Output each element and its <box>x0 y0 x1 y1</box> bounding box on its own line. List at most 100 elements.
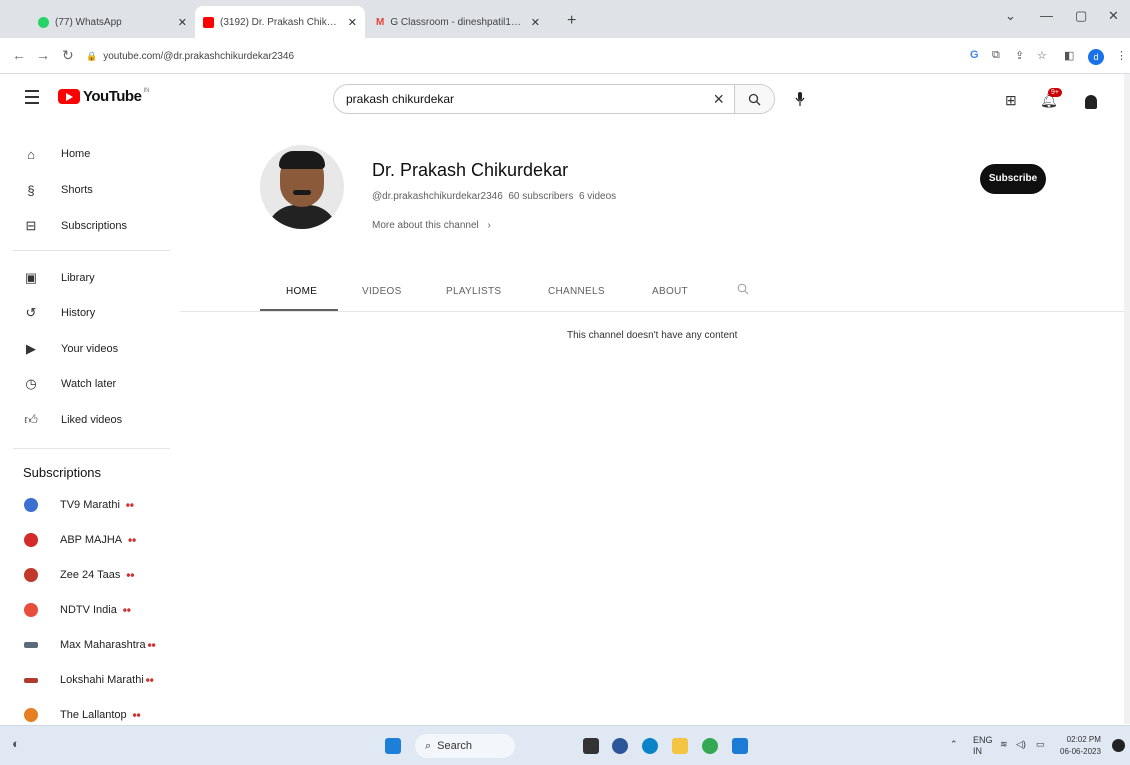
tab-about[interactable]: ABOUT <box>652 286 688 297</box>
share-icon[interactable]: ⇪ <box>1015 49 1024 62</box>
tab-playlists[interactable]: PLAYLISTS <box>446 286 501 297</box>
sidebar-item-history[interactable]: ↺ History <box>0 295 180 331</box>
file-explorer-icon[interactable] <box>672 738 688 754</box>
sidebar-item-shorts[interactable]: § Shorts <box>0 172 180 208</box>
sidebar-item-label: Library <box>61 272 95 284</box>
tab-videos[interactable]: VIDEOS <box>362 286 402 297</box>
channel-avatar-icon <box>24 642 38 648</box>
tray-chevron-icon[interactable]: ⌃ <box>950 739 958 750</box>
hamburger-menu-icon[interactable] <box>25 90 39 108</box>
subscription-item[interactable]: Lokshahi Marathi ⦁⦁ <box>0 666 180 694</box>
search-input[interactable]: prakash chikurdekar × <box>333 84 775 114</box>
subscription-label: ABP MAJHA <box>60 534 123 546</box>
subscription-label: Max Maharashtra <box>60 639 146 651</box>
browser-profile-avatar[interactable]: d <box>1088 49 1104 65</box>
forward-arrow-icon[interactable]: → <box>36 47 50 63</box>
close-tab-icon[interactable]: ✕ <box>531 16 540 29</box>
search-button[interactable] <box>734 85 774 113</box>
video-count: 6 videos <box>578 191 617 202</box>
volume-icon[interactable]: ◁) <box>1016 739 1026 750</box>
close-tab-icon[interactable]: ✕ <box>348 16 357 29</box>
create-video-icon[interactable]: ⊞ <box>1005 92 1017 109</box>
sidebar-item-home[interactable]: ⌂ Home <box>0 136 180 172</box>
system-clock[interactable]: 02:02 PM 06-06-2023 <box>1060 734 1101 758</box>
live-indicator-icon: ⦁⦁ <box>126 570 135 579</box>
live-indicator-icon: ⦁⦁ <box>122 605 131 614</box>
channel-search-icon[interactable] <box>737 283 749 295</box>
close-window-button[interactable]: ✕ <box>1108 8 1119 24</box>
taskbar-search[interactable]: ⌕ Search <box>415 734 515 758</box>
browser-tab-strip: (77) WhatsApp ✕ (3192) Dr. Prakash Chiku… <box>0 0 1130 38</box>
tab-home[interactable]: HOME <box>286 286 317 297</box>
clear-search-icon[interactable]: × <box>713 89 724 110</box>
language-bottom: IN <box>973 746 982 756</box>
windows-start-icon[interactable] <box>385 738 401 754</box>
tab-search-chevron-icon[interactable]: ⌄ <box>1005 8 1016 24</box>
gmail-icon: M <box>376 16 385 28</box>
more-about-channel-link[interactable]: More about this channel › <box>372 220 491 231</box>
edge-browser-icon[interactable] <box>642 738 658 754</box>
active-tab-underline <box>260 309 338 311</box>
back-arrow-icon[interactable]: ← <box>12 47 26 63</box>
task-view-icon[interactable] <box>583 738 599 754</box>
channel-avatar-icon <box>24 568 38 582</box>
minimize-button[interactable]: — <box>1040 8 1053 23</box>
chevron-right-icon: › <box>487 220 491 231</box>
sidebar-item-library[interactable]: ▣ Library <box>0 260 180 296</box>
address-bar[interactable]: 🔒 youtube.com/@dr.prakashchikurdekar2346 <box>86 44 941 68</box>
browser-toolbar: ← → ↻ 🔒 youtube.com/@dr.prakashchikurdek… <box>0 38 1130 74</box>
country-code: IN <box>143 88 150 94</box>
wifi-icon[interactable]: ≋ <box>1000 739 1008 750</box>
channel-tabs: HOME VIDEOS PLAYLISTS CHANNELS ABOUT <box>180 275 1130 312</box>
browser-menu-icon[interactable]: ⋮ <box>1116 49 1127 62</box>
clock-date: 06-06-2023 <box>1060 747 1101 756</box>
account-avatar[interactable] <box>1080 89 1102 111</box>
side-panel-icon[interactable]: ◧ <box>1064 49 1074 62</box>
reload-icon[interactable]: ↻ <box>62 47 74 64</box>
bookmark-star-icon[interactable]: ☆ <box>1037 49 1047 62</box>
page-scrollbar[interactable] <box>1124 74 1130 724</box>
channel-avatar-icon <box>24 498 38 512</box>
google-icon[interactable]: G <box>970 49 979 61</box>
language-indicator[interactable]: ENG IN <box>973 735 993 757</box>
tab-title: (77) WhatsApp <box>55 16 122 28</box>
subscription-label: Lokshahi Marathi <box>60 674 144 686</box>
sidebar: ⌂ Home § Shorts ⊟ Subscriptions ▣ Librar… <box>0 124 180 724</box>
subscription-item[interactable]: The Lallantop ⦁⦁ <box>0 701 180 724</box>
sidebar-item-watch-later[interactable]: ◷ Watch later <box>0 366 180 402</box>
battery-icon[interactable]: ▭ <box>1036 739 1045 750</box>
subscription-item[interactable]: TV9 Marathi ⦁⦁ <box>0 491 180 519</box>
subscription-item[interactable]: Zee 24 Taas ⦁⦁ <box>0 561 180 589</box>
store-icon[interactable] <box>732 738 748 754</box>
microphone-icon[interactable] <box>795 92 805 106</box>
extension-icon[interactable]: ⧉ <box>992 49 1000 62</box>
sidebar-item-label: Subscriptions <box>61 220 128 232</box>
sidebar-item-label: Watch later <box>61 378 117 390</box>
sidebar-item-your-videos[interactable]: ▶ Your videos <box>0 331 180 367</box>
subscription-item[interactable]: ABP MAJHA ⦁⦁ <box>0 526 180 554</box>
subscription-item[interactable]: NDTV India ⦁⦁ <box>0 596 180 624</box>
tab-channels[interactable]: CHANNELS <box>548 286 605 297</box>
live-indicator-icon: ⦁⦁ <box>128 535 137 544</box>
browser-tab-whatsapp[interactable]: (77) WhatsApp ✕ <box>30 6 195 38</box>
youtube-favicon-icon <box>203 16 214 28</box>
sidebar-item-liked-videos[interactable]: 👍︎ Liked videos <box>0 402 180 438</box>
taskbar-search-icon: ⌕ <box>425 739 432 752</box>
chrome-icon[interactable] <box>702 738 718 754</box>
weather-icon[interactable]: ◐ <box>12 736 28 752</box>
youtube-logo[interactable]: YouTube IN <box>58 88 149 105</box>
subscribe-button[interactable]: Subscribe <box>980 164 1046 194</box>
sidebar-item-label: Liked videos <box>61 414 123 426</box>
restore-button[interactable]: ▢ <box>1075 8 1087 24</box>
subscriptions-icon: ⊟ <box>25 218 37 233</box>
chat-app-icon[interactable] <box>612 738 628 754</box>
your-videos-icon: ▶ <box>26 341 36 356</box>
notification-center-icon[interactable] <box>1112 739 1125 752</box>
new-tab-button[interactable]: + <box>567 12 576 30</box>
browser-tab-classroom[interactable]: M G Classroom - dineshpatil1942@ ✕ <box>368 6 548 38</box>
close-tab-icon[interactable]: ✕ <box>178 16 187 29</box>
sidebar-item-subscriptions[interactable]: ⊟ Subscriptions <box>0 208 180 244</box>
browser-tab-youtube[interactable]: (3192) Dr. Prakash Chikurdekar - ✕ <box>195 6 365 38</box>
subscription-item[interactable]: Max Maharashtra ⦁⦁ <box>0 631 180 659</box>
channel-avatar <box>260 145 344 229</box>
